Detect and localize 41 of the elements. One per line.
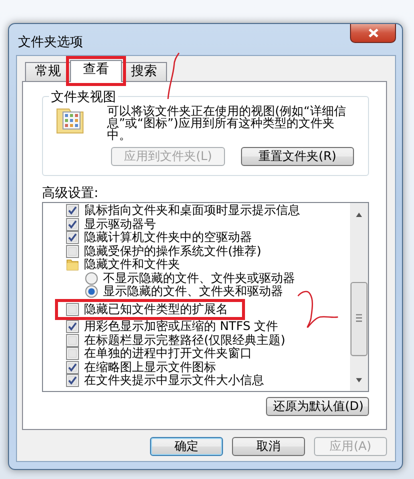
checkbox[interactable] xyxy=(66,334,79,347)
option-label: 鼠标指向文件夹和桌面项时显示提示信息 xyxy=(84,204,300,218)
option-label: 不显示隐藏的文件、文件夹或驱动器 xyxy=(103,272,295,285)
option-label: 在单独的进程中打开文件夹窗口 xyxy=(84,347,252,360)
scrollbar[interactable] xyxy=(350,203,368,391)
checkbox[interactable] xyxy=(66,231,79,244)
checkbox[interactable] xyxy=(66,374,79,388)
window-title: 文件夹选项 xyxy=(18,34,83,51)
annotation-stroke xyxy=(298,290,338,328)
option-label: 显示隐藏的文件、文件夹和驱动器 xyxy=(103,285,283,298)
description-text: 可以将该文件夹正在使用的视图(例如“详细信息”或“图标”)应用到所有这种类型的文件夹中。 xyxy=(107,105,347,141)
radio-button[interactable] xyxy=(85,272,98,285)
section-label: 高级设置: xyxy=(42,186,100,202)
option-label: 用彩色显示加密或压缩的 NTFS 文件 xyxy=(84,320,278,334)
option-label: 显示驱动器号 xyxy=(84,218,156,230)
checkbox[interactable] xyxy=(66,204,79,218)
tab[interactable]: 常规 xyxy=(25,62,71,81)
option-label: 在缩略图上显示文件图标 xyxy=(84,360,216,374)
close-button[interactable] xyxy=(350,24,396,43)
folder-icon xyxy=(66,258,79,272)
checkbox[interactable] xyxy=(66,244,79,258)
option-label: 在文件夹提示中显示文件大小信息 xyxy=(84,374,264,388)
close-icon xyxy=(368,28,378,38)
option-label: 隐藏受保护的操作系统文件(推荐) xyxy=(84,244,262,258)
checkbox[interactable] xyxy=(66,320,79,334)
reset-folders-button[interactable]: 重置文件夹(R) xyxy=(241,147,354,166)
option-label: 在标题栏显示完整路径(仅限经典主题) xyxy=(84,334,286,346)
checkbox[interactable] xyxy=(66,360,79,374)
restore-defaults-button[interactable]: 还原为默认值(D) xyxy=(266,397,369,416)
checkbox[interactable] xyxy=(66,218,79,231)
option-label: 隐藏已知文件类型的扩展名 xyxy=(84,302,228,316)
annotation-stroke xyxy=(167,52,180,100)
group-title: 文件夹视图 xyxy=(49,88,118,106)
checkbox[interactable] xyxy=(66,347,79,360)
checkbox[interactable] xyxy=(66,302,79,316)
option-label: 隐藏文件和文件夹 xyxy=(84,258,180,272)
cancel-button[interactable]: 取消 xyxy=(232,437,305,456)
ok-button[interactable]: 确定 xyxy=(150,437,223,456)
option-label: 隐藏计算机文件夹中的空驱动器 xyxy=(84,231,252,244)
tab[interactable]: 搜索 xyxy=(121,62,167,81)
radio-button[interactable] xyxy=(85,285,98,298)
